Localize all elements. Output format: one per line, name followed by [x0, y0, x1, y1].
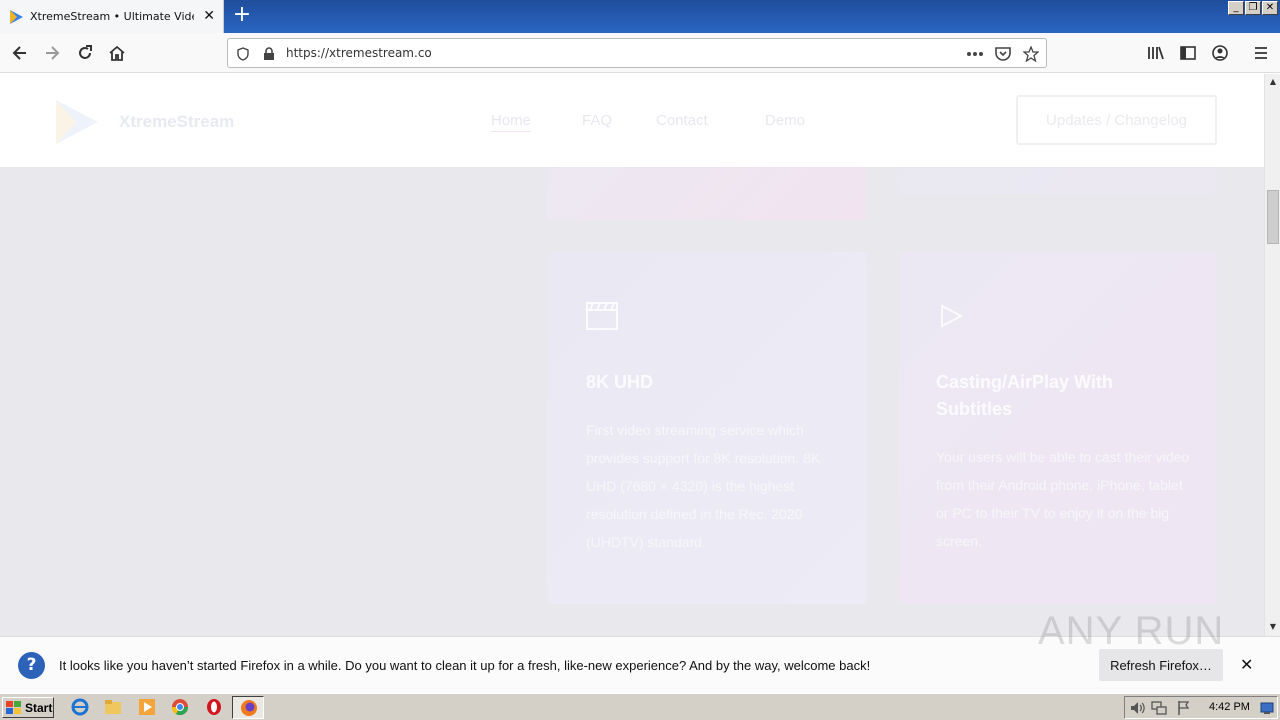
account-icon: [1212, 45, 1228, 61]
site-brand-name[interactable]: XtremeStream: [119, 112, 234, 132]
nav-link-faq[interactable]: FAQ: [582, 112, 612, 129]
feature-description: Your users will be able to cast their vi…: [936, 449, 1190, 549]
page-actions-icon[interactable]: [966, 45, 984, 63]
close-window-button[interactable]: ✕: [1262, 1, 1278, 15]
file-explorer-icon[interactable]: [104, 698, 122, 716]
feature-title: 8K UHD: [586, 372, 654, 392]
nav-link-demo[interactable]: Demo: [765, 112, 805, 129]
lock-icon[interactable]: [260, 45, 278, 63]
clapperboard-icon: [586, 302, 618, 330]
system-tray: 4:42 PM: [1124, 696, 1278, 719]
browser-tab[interactable]: XtremeStream • Ultimate Video Str ✕: [0, 0, 224, 33]
action-center-flag-icon[interactable]: [1176, 700, 1192, 716]
forward-button[interactable]: [38, 39, 66, 67]
feature-card-8k: 8K UHD First video streaming service whi…: [547, 252, 867, 604]
tab-close-icon[interactable]: ✕: [203, 8, 215, 24]
question-icon: ?: [18, 652, 45, 679]
feature-title: Casting/AirPlay With Subtitles: [936, 372, 1113, 419]
volume-icon[interactable]: [1129, 700, 1145, 716]
scroll-down-arrow-icon[interactable]: ▼: [1266, 620, 1280, 634]
forward-arrow-icon: [46, 46, 60, 60]
scroll-up-arrow-icon[interactable]: ▲: [1266, 75, 1280, 89]
new-tab-button[interactable]: +: [230, 4, 254, 28]
internet-explorer-icon[interactable]: [71, 698, 89, 716]
chrome-icon[interactable]: [171, 698, 189, 716]
start-button[interactable]: Start: [2, 697, 54, 718]
sidebar-icon: [1180, 46, 1196, 60]
firefox-icon: [241, 700, 257, 716]
library-button[interactable]: [1142, 39, 1170, 67]
pocket-icon[interactable]: [994, 45, 1012, 63]
nav-link-contact[interactable]: Contact: [656, 112, 708, 129]
nav-link-home[interactable]: Home: [491, 112, 532, 132]
tracking-shield-icon[interactable]: [234, 45, 252, 63]
windows-taskbar: Start 4:42 PM: [0, 693, 1280, 720]
menu-button[interactable]: [1247, 39, 1275, 67]
media-player-icon[interactable]: [138, 698, 156, 716]
page-scrollbar[interactable]: ▲ ▼: [1264, 74, 1280, 636]
anyrun-watermark: ANY RUN: [1038, 609, 1225, 653]
show-desktop-icon[interactable]: [1260, 701, 1274, 715]
refresh-firefox-button[interactable]: Refresh Firefox…: [1099, 649, 1223, 681]
xtremestream-favicon-icon: [10, 9, 23, 24]
library-icon: [1148, 46, 1164, 60]
notification-bar: ANY RUN ? It looks like you haven’t star…: [0, 609, 1280, 693]
restore-button[interactable]: ❐: [1245, 1, 1261, 15]
notification-close-icon[interactable]: ✕: [1240, 655, 1253, 674]
start-label: Start: [25, 700, 53, 715]
scrollbar-thumb[interactable]: [1267, 190, 1279, 244]
url-bar[interactable]: https://xtremestream.co: [227, 38, 1047, 68]
notification-message: It looks like you haven’t started Firefo…: [59, 658, 871, 673]
xtremestream-logo-icon[interactable]: [52, 98, 100, 146]
home-button[interactable]: [103, 39, 131, 67]
feature-card-casting: Casting/AirPlay With Subtitles Your user…: [898, 252, 1217, 604]
back-button[interactable]: [6, 39, 34, 67]
sidebar-button[interactable]: [1174, 39, 1202, 67]
back-arrow-icon: [12, 46, 26, 60]
site-header: XtremeStream Home FAQ Contact Demo Updat…: [0, 74, 1264, 167]
hamburger-menu-icon: [1255, 47, 1267, 59]
browser-titlebar: XtremeStream • Ultimate Video Str ✕ + _ …: [0, 0, 1280, 33]
windows-logo-icon: [6, 700, 21, 714]
minimize-button[interactable]: _: [1228, 1, 1244, 15]
navigation-toolbar: https://xtremestream.co: [0, 33, 1280, 73]
reload-icon: [79, 45, 92, 59]
play-icon: [941, 304, 963, 328]
taskbar-firefox-task[interactable]: [232, 696, 264, 719]
network-icon[interactable]: [1151, 700, 1167, 716]
account-button[interactable]: [1206, 39, 1234, 67]
home-icon: [109, 45, 125, 61]
feature-description: First video streaming service which prov…: [586, 422, 821, 550]
bookmark-star-icon[interactable]: [1022, 45, 1040, 63]
opera-icon[interactable]: [205, 698, 223, 716]
tab-title: XtremeStream • Ultimate Video Str: [30, 10, 194, 23]
changelog-button[interactable]: Updates / Changelog: [1016, 95, 1217, 145]
page-viewport: 8K UHD First video streaming service whi…: [0, 74, 1264, 636]
system-clock[interactable]: 4:42 PM: [1209, 701, 1250, 713]
url-text: https://xtremestream.co: [286, 46, 432, 60]
reload-button[interactable]: [71, 39, 99, 67]
